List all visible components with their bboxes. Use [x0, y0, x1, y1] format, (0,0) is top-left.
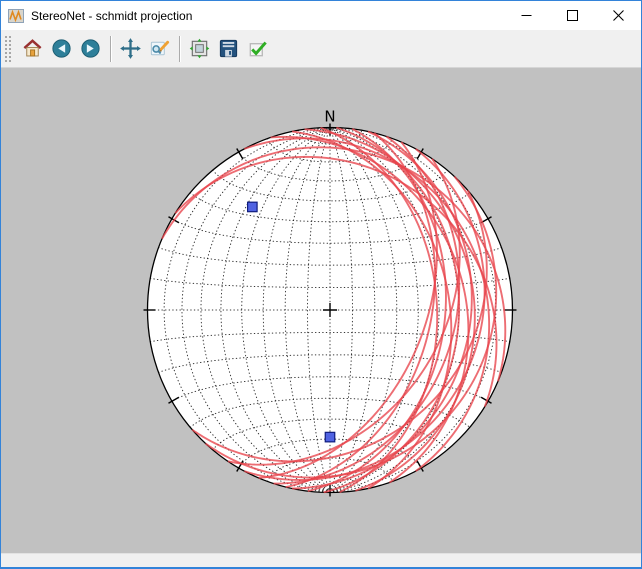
window-title: StereoNet - schmidt projection: [31, 8, 193, 23]
forward-icon: [81, 39, 100, 58]
apply-check-icon: [249, 41, 267, 57]
minimize-icon: [521, 15, 531, 16]
apply-check-button[interactable]: [243, 33, 272, 65]
pole-marker: [246, 201, 258, 213]
app-window: StereoNet - schmidt projection N: [0, 0, 642, 569]
maximize-icon: [566, 10, 578, 21]
close-button[interactable]: [595, 1, 641, 30]
zoom-rect-button[interactable]: [145, 33, 174, 65]
configure-subplots-icon: [189, 38, 210, 59]
status-bar: [1, 553, 641, 567]
pan-icon: [120, 38, 141, 59]
stereonet-plot: N: [143, 108, 517, 497]
zoom-rect-icon: [150, 40, 170, 56]
app-waveform-icon: [8, 8, 24, 23]
save-button[interactable]: [214, 33, 243, 65]
plot-toolbar: [1, 30, 641, 68]
toolbar-separator: [179, 35, 180, 62]
title-bar: StereoNet - schmidt projection: [1, 0, 641, 30]
pan-button[interactable]: [116, 33, 145, 65]
minimize-button[interactable]: [503, 1, 549, 30]
back-button[interactable]: [47, 33, 76, 65]
maximize-button[interactable]: [549, 1, 595, 30]
home-icon: [23, 39, 42, 57]
back-icon: [52, 39, 71, 58]
toolbar-drag-handle[interactable]: [4, 33, 12, 64]
save-icon: [219, 39, 238, 58]
north-label: N: [324, 108, 335, 126]
plot-canvas[interactable]: N: [1, 68, 641, 553]
toolbar-separator: [110, 35, 111, 62]
close-icon: [612, 10, 624, 21]
home-button[interactable]: [18, 33, 47, 65]
forward-button[interactable]: [76, 33, 105, 65]
configure-subplots-button[interactable]: [185, 33, 214, 65]
pole-marker: [324, 431, 336, 443]
